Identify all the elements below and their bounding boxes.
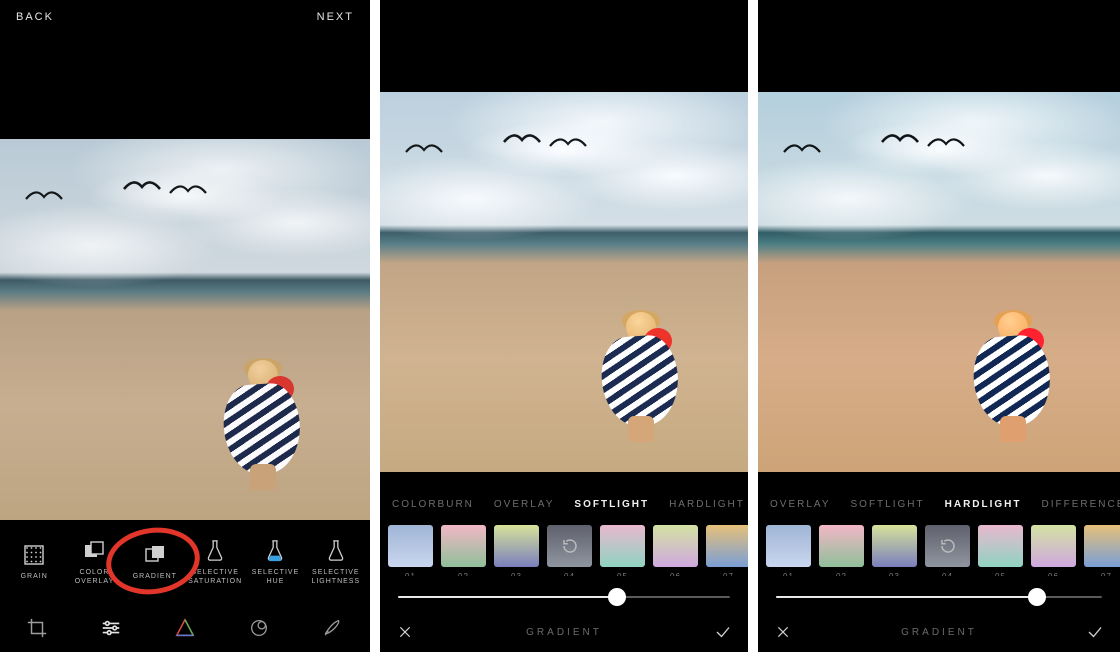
blend-mode-difference[interactable]: DIFFERENCE — [1042, 499, 1120, 510]
swatch-number: 07 — [1084, 572, 1120, 576]
photo-subject — [598, 312, 678, 442]
gradient-swatch-06[interactable]: 06 — [1031, 525, 1076, 567]
gradient-swatch-06[interactable]: 06 — [653, 525, 698, 567]
blend-mode-overlay[interactable]: OVERLAY — [770, 499, 831, 510]
tool-selective-hue[interactable]: SELECTIVE HUE — [245, 538, 305, 585]
bird-icon — [404, 142, 444, 162]
swatch-number: 04 — [547, 572, 592, 576]
blend-mode-colorburn[interactable]: COLORBURN — [392, 499, 474, 510]
tool-selective-lightness[interactable]: SELECTIVE LIGHTNESS — [306, 538, 366, 585]
gradient-swatch-01[interactable]: 01 — [766, 525, 811, 567]
blend-mode-softlight[interactable]: SOFTLIGHT — [574, 499, 649, 510]
bird-icon — [926, 136, 966, 156]
swatch-number: 06 — [1031, 572, 1076, 576]
selective-lightness-icon — [323, 538, 349, 564]
swatch-number: 07 — [706, 572, 748, 576]
gradient-icon — [142, 542, 168, 568]
tool-label: SELECTIVE LIGHTNESS — [311, 569, 360, 585]
swatch-number: 01 — [388, 572, 433, 576]
swatch-number: 03 — [494, 572, 539, 576]
tool-color-overlay[interactable]: COLOR OVERLAY — [64, 538, 124, 585]
photo-preview — [380, 92, 748, 472]
cancel-button[interactable] — [772, 621, 794, 643]
swatch-number: 05 — [600, 572, 645, 576]
blend-mode-hardlight[interactable]: HARDLIGHT — [945, 499, 1022, 510]
blend-mode-row: COLORBURN OVERLAY SOFTLIGHT HARDLIGHT — [380, 490, 748, 518]
confirm-button[interactable] — [1084, 621, 1106, 643]
gradient-swatch-04[interactable]: 04 — [925, 525, 970, 567]
photo-preview — [0, 139, 370, 520]
gradient-swatch-row: 01020304050607 — [380, 516, 748, 576]
tab-orb[interactable] — [246, 615, 272, 641]
blend-mode-softlight[interactable]: SOFTLIGHT — [851, 499, 925, 510]
bird-icon — [782, 142, 822, 162]
swatch-number: 05 — [978, 572, 1023, 576]
tool-label: SELECTIVE HUE — [252, 569, 300, 585]
bottom-tab-bar — [0, 604, 370, 652]
bird-icon — [168, 183, 208, 203]
action-bar: GRADIENT — [758, 612, 1120, 652]
swatch-number: 03 — [872, 572, 917, 576]
tab-brush[interactable] — [320, 615, 346, 641]
tab-crop[interactable] — [24, 615, 50, 641]
blend-mode-hardlight[interactable]: HARDLIGHT — [669, 499, 745, 510]
gradient-swatch-03[interactable]: 03 — [494, 525, 539, 567]
gradient-swatch-05[interactable]: 05 — [978, 525, 1023, 567]
swatch-number: 06 — [653, 572, 698, 576]
swatch-number: 02 — [819, 572, 864, 576]
bird-icon — [122, 179, 162, 199]
blend-mode-row: OVERLAY SOFTLIGHT HARDLIGHT DIFFERENCE — [758, 490, 1120, 518]
selective-saturation-icon — [202, 538, 228, 564]
tab-prism[interactable] — [172, 615, 198, 641]
bird-icon — [24, 189, 64, 209]
panel-title: GRADIENT — [901, 627, 977, 638]
selective-hue-icon — [262, 538, 288, 564]
intensity-slider[interactable] — [398, 588, 730, 606]
swatch-number: 02 — [441, 572, 486, 576]
tool-label: GRADIENT — [133, 573, 177, 581]
photo-subject — [220, 360, 300, 490]
next-button[interactable]: NEXT — [317, 11, 354, 23]
color-overlay-icon — [81, 538, 107, 564]
tool-label: GRAIN — [21, 573, 48, 581]
bird-icon — [548, 136, 588, 156]
swatch-number: 01 — [766, 572, 811, 576]
cancel-button[interactable] — [394, 621, 416, 643]
tool-selective-saturation[interactable]: SELECTIVE SATURATION — [185, 538, 245, 585]
tool-row: GRAIN COLOR OVERLAY GRADIENT SELECTIVE SATU… — [0, 530, 370, 594]
swatch-number: 04 — [925, 572, 970, 576]
tool-gradient[interactable]: GRADIENT — [125, 542, 185, 581]
tool-grain[interactable]: GRAIN — [4, 542, 64, 581]
blend-mode-overlay[interactable]: OVERLAY — [494, 499, 555, 510]
action-bar: GRADIENT — [380, 612, 748, 652]
gradient-swatch-03[interactable]: 03 — [872, 525, 917, 567]
gradient-swatch-02[interactable]: 02 — [441, 525, 486, 567]
gradient-swatch-07[interactable]: 07 — [706, 525, 748, 567]
screen-gradient-hardlight: OVERLAYSOFTLIGHTHARDLIGHTDIFFERENCE 0102… — [758, 0, 1120, 652]
gradient-swatch-07[interactable]: 07 — [1084, 525, 1120, 567]
refresh-icon — [547, 525, 592, 567]
gradient-swatch-05[interactable]: 05 — [600, 525, 645, 567]
tab-adjust[interactable] — [98, 615, 124, 641]
intensity-slider[interactable] — [776, 588, 1102, 606]
refresh-icon — [925, 525, 970, 567]
grain-icon — [21, 542, 47, 568]
tool-label: COLOR OVERLAY — [75, 569, 115, 585]
tool-label: SELECTIVE SATURATION — [188, 569, 242, 585]
bird-icon — [502, 132, 542, 152]
confirm-button[interactable] — [712, 621, 734, 643]
screen-tool-picker: BACK NEXT GRAIN COLOR OVERLAY GRADIENT SELE… — [0, 0, 370, 652]
bird-icon — [880, 132, 920, 152]
screen-gradient-softlight: COLORBURNOVERLAYSOFTLIGHTHARDLIGHT 01020… — [380, 0, 748, 652]
back-button[interactable]: BACK — [16, 11, 54, 23]
gradient-swatch-01[interactable]: 01 — [388, 525, 433, 567]
gradient-swatch-02[interactable]: 02 — [819, 525, 864, 567]
gradient-swatch-04[interactable]: 04 — [547, 525, 592, 567]
top-nav: BACK NEXT — [0, 0, 370, 34]
gradient-swatch-row: 01020304050607 — [758, 516, 1120, 576]
photo-preview — [758, 92, 1120, 472]
panel-title: GRADIENT — [526, 627, 602, 638]
photo-subject — [970, 312, 1050, 442]
